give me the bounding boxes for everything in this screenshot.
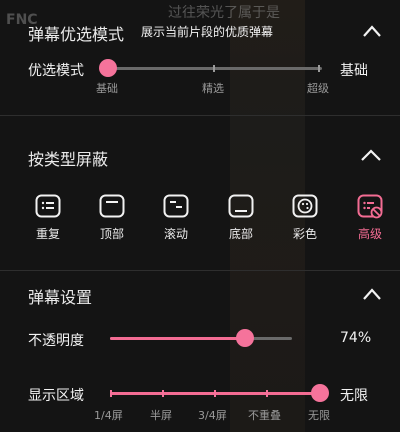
mode-tick-label: 基础 — [96, 82, 118, 95]
top-bar-icon — [99, 193, 125, 219]
area-tick-label: 1/4屏 — [94, 409, 123, 422]
repeat-list-icon — [35, 193, 61, 219]
opacity-slider-knob[interactable] — [235, 329, 254, 347]
section-title-settings: 弹幕设置 — [28, 288, 93, 307]
area-tick — [266, 390, 268, 397]
area-tick-label: 3/4屏 — [198, 409, 227, 422]
block-top-button[interactable]: 顶部 — [87, 193, 137, 253]
block-bottom-label: 底部 — [228, 227, 253, 241]
mode-slider-value: 基础 — [340, 63, 368, 79]
block-scroll-button[interactable]: 滚动 — [151, 193, 201, 253]
area-tick-label: 不重叠 — [248, 409, 281, 422]
chevron-up-icon[interactable] — [360, 148, 381, 162]
advanced-block-icon — [357, 193, 383, 219]
display-area-label: 显示区域 — [28, 388, 84, 404]
display-area-slider-track[interactable] — [110, 390, 320, 397]
section-title-mode: 弹幕优选模式 — [28, 25, 125, 44]
area-tick-label: 半屏 — [150, 409, 172, 422]
block-repeat-label: 重复 — [35, 227, 60, 241]
area-tick — [110, 390, 112, 397]
block-scroll-label: 滚动 — [163, 227, 188, 241]
opacity-slider-track[interactable] — [110, 337, 292, 340]
block-color-label: 彩色 — [292, 227, 317, 241]
block-top-label: 顶部 — [99, 227, 124, 241]
area-tick — [214, 390, 216, 397]
block-bottom-button[interactable]: 底部 — [216, 193, 266, 253]
opacity-slider-fill — [110, 337, 245, 340]
block-advanced-button[interactable]: 高级 — [345, 193, 395, 253]
danmaku-settings-panel: 弹幕优选模式 展示当前片段的优质弹幕 优选模式 基础 基础 精选 超级 按类型屏… — [0, 0, 400, 432]
chevron-up-icon[interactable] — [362, 24, 382, 38]
opacity-value: 74% — [340, 330, 372, 346]
mode-slider-track[interactable] — [108, 65, 322, 72]
display-area-value: 无限 — [340, 388, 368, 404]
section-title-block: 按类型屏蔽 — [28, 150, 109, 169]
block-advanced-label: 高级 — [357, 227, 382, 241]
opacity-label: 不透明度 — [28, 333, 84, 349]
display-area-slider-knob[interactable] — [311, 384, 329, 402]
scroll-list-icon — [163, 193, 189, 219]
chevron-up-icon[interactable] — [362, 287, 382, 301]
area-tick — [162, 390, 164, 397]
section-divider — [0, 270, 400, 271]
section-divider — [0, 115, 400, 116]
area-tick-label: 无限 — [308, 409, 330, 422]
mode-slider-knob[interactable] — [99, 59, 117, 77]
mode-tick — [213, 65, 215, 72]
block-repeat-button[interactable]: 重复 — [23, 193, 73, 253]
mode-tick — [318, 65, 320, 72]
mode-slider-label: 优选模式 — [28, 63, 84, 79]
mode-tick-label: 超级 — [307, 82, 329, 95]
bottom-bar-icon — [228, 193, 254, 219]
palette-icon — [292, 193, 318, 219]
mode-tick-label: 精选 — [202, 82, 224, 95]
section-subtitle-mode: 展示当前片段的优质弹幕 — [141, 25, 274, 39]
block-color-button[interactable]: 彩色 — [280, 193, 330, 253]
